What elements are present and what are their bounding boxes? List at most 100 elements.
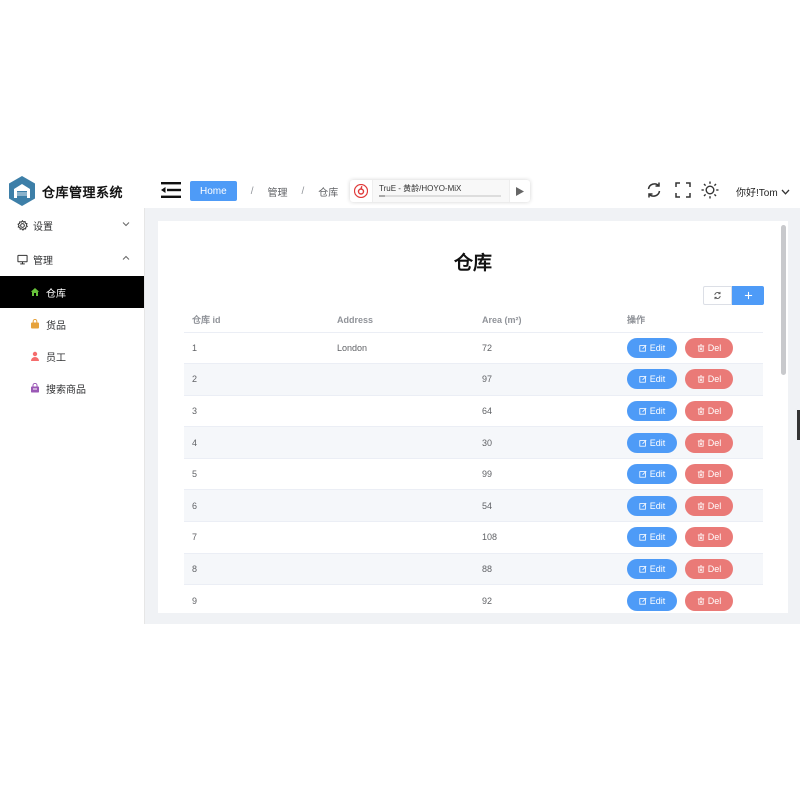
monitor-icon — [16, 253, 28, 265]
table-row: 3 64 Edit Del — [184, 395, 763, 428]
edit-label: Edit — [649, 500, 666, 511]
user-icon — [30, 351, 40, 361]
trash-icon — [697, 344, 704, 352]
delete-label: Del — [707, 500, 722, 511]
sidebar-item-staff[interactable]: 员工 — [0, 340, 144, 372]
delete-button[interactable]: Del — [685, 558, 733, 579]
breadcrumb-separator: / — [301, 185, 305, 197]
trash-icon — [697, 565, 704, 573]
content-card: 仓库 仓库 id Address Area (m²) 操作 1 London 7… — [158, 221, 788, 613]
scrollbar-thumb[interactable] — [781, 225, 786, 375]
cell-address — [329, 521, 474, 554]
cell-address — [329, 584, 474, 613]
app-title: 仓库管理系统 — [42, 185, 124, 200]
cell-id: 1 — [184, 332, 329, 365]
breadcrumb-item-manage[interactable]: 管理 — [267, 184, 287, 199]
cell-address — [329, 458, 474, 491]
user-greeting: 你好!Tom — [736, 188, 778, 199]
player-track: TruE - 黄龄/HOYO-MiX — [372, 180, 510, 202]
cell-area: 64 — [474, 395, 619, 428]
menu-manage[interactable]: 管理 — [0, 242, 144, 276]
delete-button[interactable]: Del — [685, 464, 733, 485]
sun-theme-icon[interactable] — [701, 181, 719, 199]
delete-button[interactable]: Del — [685, 495, 733, 516]
sidebar-item-search-goods[interactable]: 搜索商品 — [0, 372, 144, 404]
sidebar-item-label: 货品 — [46, 320, 66, 332]
delete-button[interactable]: Del — [685, 369, 733, 390]
breadcrumb: Home / 管理 / 仓库 — [190, 181, 338, 201]
cell-area: 72 — [474, 332, 619, 365]
delete-button[interactable]: Del — [685, 527, 733, 548]
edit-icon — [639, 439, 647, 447]
fullscreen-icon[interactable] — [674, 181, 692, 199]
delete-label: Del — [707, 595, 722, 606]
edit-icon — [639, 344, 647, 352]
column-header-actions: 操作 — [619, 308, 763, 333]
edit-icon — [639, 376, 647, 383]
refresh-table-button[interactable] — [703, 286, 732, 305]
netease-music-icon[interactable] — [350, 180, 372, 202]
edit-icon — [639, 565, 647, 573]
delete-button[interactable]: Del — [685, 590, 733, 611]
cell-id: 2 — [184, 363, 329, 396]
edit-label: Edit — [649, 342, 666, 353]
delete-button[interactable]: Del — [685, 432, 733, 453]
cell-address — [329, 426, 474, 459]
cell-id: 6 — [184, 489, 329, 523]
edit-button[interactable]: Edit — [627, 495, 677, 516]
play-icon[interactable] — [510, 180, 530, 202]
edit-button[interactable]: Edit — [627, 464, 677, 485]
edit-icon — [639, 471, 647, 478]
edit-button[interactable]: Edit — [627, 432, 677, 453]
edit-button[interactable]: Edit — [627, 590, 677, 611]
delete-button[interactable]: Del — [685, 400, 733, 421]
edit-label: Edit — [649, 532, 666, 543]
cell-id: 5 — [184, 458, 329, 491]
trash-icon — [697, 533, 704, 541]
sidebar-item-label: 搜索商品 — [46, 384, 86, 396]
cell-actions: Edit Del — [619, 332, 763, 365]
delete-label: Del — [707, 342, 722, 353]
chevron-down-icon — [781, 189, 790, 195]
delete-label: Del — [707, 437, 722, 448]
sidebar-item-warehouse[interactable]: 仓库 — [0, 276, 144, 308]
cell-address — [329, 395, 474, 428]
menu-collapse-icon[interactable] — [161, 181, 181, 199]
user-dropdown[interactable]: 你好!Tom — [736, 184, 790, 199]
cell-id: 9 — [184, 584, 329, 613]
edit-label: Edit — [649, 437, 666, 448]
delete-label: Del — [707, 405, 722, 416]
add-button[interactable] — [732, 286, 764, 305]
column-header-address: Address — [329, 308, 474, 333]
cell-id: 4 — [184, 426, 329, 459]
trash-icon — [697, 502, 704, 510]
table-row: 5 99 Edit Del — [184, 458, 763, 491]
edit-button[interactable]: Edit — [627, 558, 677, 579]
trash-icon — [697, 596, 704, 605]
player-progress-bar[interactable] — [379, 195, 501, 197]
delete-label: Del — [707, 532, 722, 543]
bag-icon — [30, 319, 40, 329]
cell-area: 54 — [474, 489, 619, 523]
edit-label: Edit — [649, 374, 666, 385]
column-header-id: 仓库 id — [184, 308, 329, 333]
table-toolbar — [703, 286, 764, 305]
table-row: 1 London 72 Edit Del — [184, 332, 763, 365]
table-row: 4 30 Edit Del — [184, 426, 763, 459]
scrollbar[interactable] — [781, 225, 786, 609]
table-row: 8 88 Edit Del — [184, 553, 763, 586]
edit-button[interactable]: Edit — [627, 527, 677, 548]
delete-button[interactable]: Del — [685, 337, 733, 358]
gear-icon — [16, 219, 28, 231]
edit-button[interactable]: Edit — [627, 400, 677, 421]
refresh-icon[interactable] — [645, 181, 663, 199]
edit-button[interactable]: Edit — [627, 337, 677, 358]
cell-actions: Edit Del — [619, 458, 763, 491]
cell-actions: Edit Del — [619, 489, 763, 523]
cell-address — [329, 363, 474, 396]
sidebar-item-goods[interactable]: 货品 — [0, 308, 144, 340]
breadcrumb-home[interactable]: Home — [190, 181, 237, 201]
cell-area: 108 — [474, 521, 619, 554]
menu-settings[interactable]: 设置 — [0, 208, 144, 242]
edit-button[interactable]: Edit — [627, 369, 677, 390]
